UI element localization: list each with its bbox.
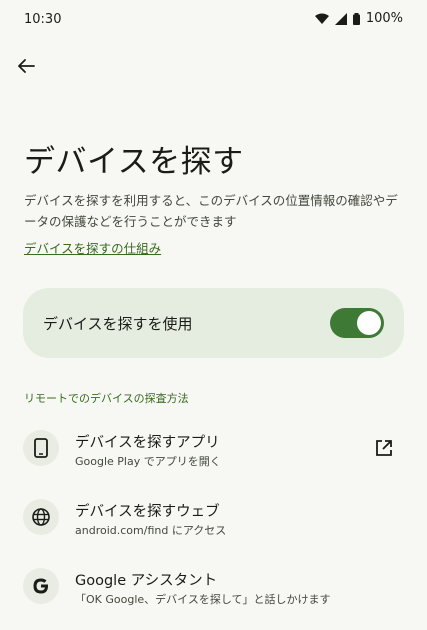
battery-icon [352, 12, 360, 25]
list-item-find-web[interactable]: デバイスを探すウェブ android.com/find にアクセス [0, 499, 427, 559]
phone-icon [34, 438, 48, 458]
back-button[interactable] [12, 52, 40, 80]
list-item-find-app[interactable]: デバイスを探すアプリ Google Play でアプリを開く [0, 430, 427, 490]
remote-methods-section-header: リモートでのデバイスの探査方法 [24, 392, 189, 405]
page-title: デバイスを探す [24, 144, 244, 180]
toggle-switch[interactable] [330, 308, 384, 338]
item-title: Google アシスタント [75, 573, 218, 589]
battery-percentage: 100% [365, 11, 403, 26]
learn-more-link[interactable]: デバイスを探すの仕組み [24, 238, 161, 257]
item-icon-container [23, 568, 59, 604]
status-time: 10:30 [24, 12, 62, 27]
use-find-my-device-toggle-card[interactable]: デバイスを探すを使用 [23, 288, 404, 358]
arrow-back-icon [18, 59, 35, 73]
item-subtitle: Google Play でアプリを開く [75, 455, 221, 468]
globe-icon [32, 508, 50, 526]
item-subtitle: 「OK Google、デバイスを探して」と話しかけます [75, 593, 331, 606]
page-description: デバイスを探すを利用すると、このデバイスの位置情報の確認やデータの保護などを行う… [24, 193, 398, 229]
toggle-knob [357, 311, 381, 335]
wifi-icon [314, 13, 329, 24]
list-item-google-assistant[interactable]: Google アシスタント 「OK Google、デバイスを探して」と話しかけま… [0, 568, 427, 628]
item-subtitle: android.com/find にアクセス [75, 524, 227, 537]
item-icon-container [23, 430, 59, 466]
toggle-label: デバイスを探すを使用 [43, 315, 193, 333]
item-title: デバイスを探すウェブ [75, 504, 220, 520]
google-g-icon [33, 578, 49, 594]
status-bar: 10:30 100% [0, 0, 427, 40]
cellular-signal-icon [334, 12, 347, 25]
status-icons: 100% [314, 11, 403, 26]
item-title: デバイスを探すアプリ [75, 435, 220, 451]
open-in-new-icon[interactable] [374, 438, 394, 458]
item-icon-container [23, 499, 59, 535]
